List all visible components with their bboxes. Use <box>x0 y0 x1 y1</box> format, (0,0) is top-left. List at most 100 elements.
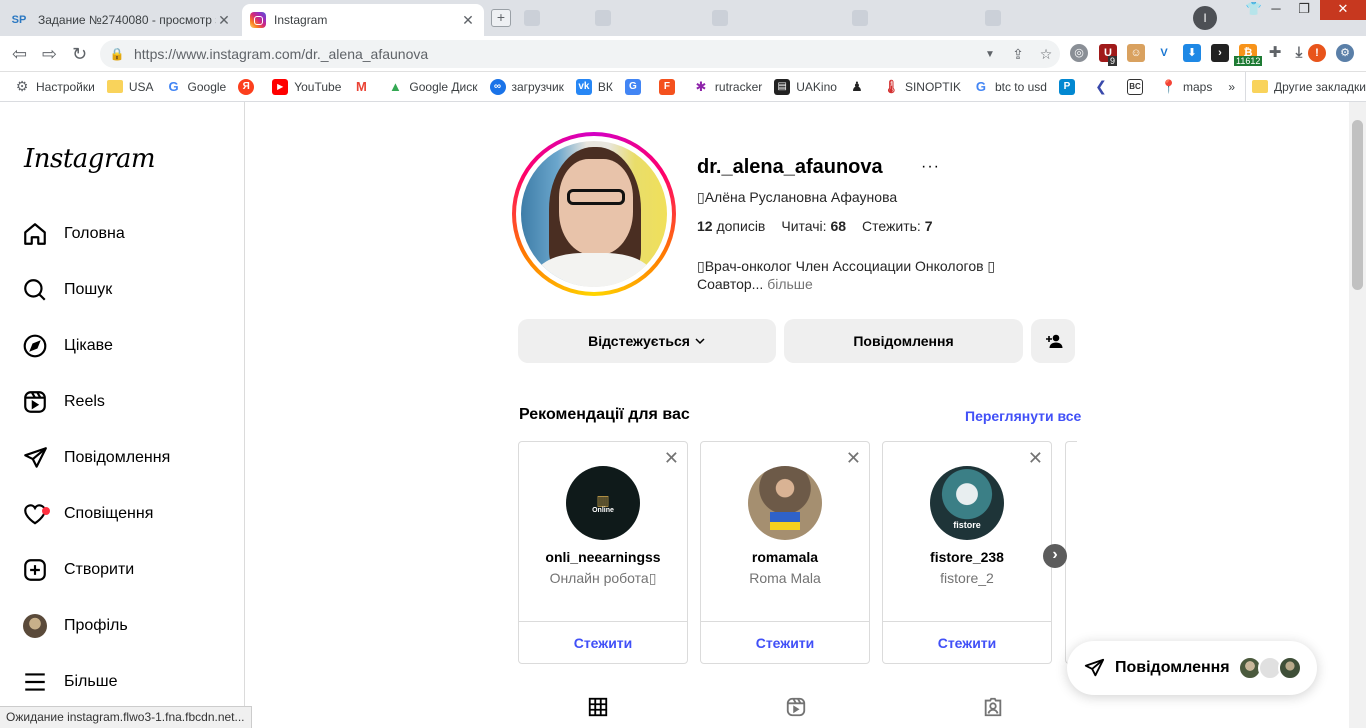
background-tab-icon[interactable] <box>712 10 728 26</box>
sidebar-item-search[interactable]: Пошук <box>22 270 112 310</box>
tagged-tab[interactable] <box>982 696 1008 722</box>
bookmark-item[interactable]: ▤ UAKino <box>768 72 843 102</box>
reels-tab[interactable] <box>785 696 811 722</box>
suggest-people-button[interactable] <box>1031 319 1075 363</box>
posts-grid-tab[interactable] <box>587 696 613 722</box>
bookmark-item[interactable]: 🌡 SINOPTIK <box>877 72 967 102</box>
forward-icon[interactable]: ⇨ <box>42 44 57 65</box>
floating-messages-button[interactable]: Повідомлення <box>1067 641 1317 695</box>
globe-extension-icon[interactable]: ◎ <box>1070 44 1088 62</box>
bookmark-star-icon[interactable]: ☆ <box>1032 46 1060 63</box>
sidebar-item-messages[interactable]: Повідомлення <box>22 438 170 478</box>
follow-button[interactable]: Стежити <box>883 621 1051 663</box>
reload-icon[interactable]: ↻ <box>72 44 87 65</box>
puzzle-extensions-icon[interactable]: ✚ <box>1266 44 1284 62</box>
bookmark-item[interactable]: vk ВК <box>570 72 619 102</box>
sp-favicon-icon: SP <box>11 14 27 26</box>
sidebar-item-notifications[interactable]: Сповіщення <box>22 494 153 534</box>
url-text[interactable]: https://www.instagram.com/dr._alena_afau… <box>134 46 976 62</box>
cookie-extension-icon[interactable]: ☺ <box>1127 44 1145 62</box>
suggestion-username[interactable]: onli_neearningss <box>519 549 687 565</box>
suggestion-avatar[interactable] <box>748 466 822 540</box>
chevron-right-icon[interactable]: › <box>1043 544 1067 568</box>
bookmark-item[interactable]: ♟ <box>843 72 877 102</box>
message-button[interactable]: Повідомлення <box>784 319 1023 363</box>
tab-close-icon[interactable]: ✕ <box>460 12 476 29</box>
vk-icon: vk <box>575 78 592 95</box>
scrollbar-thumb[interactable] <box>1352 120 1363 290</box>
suggestion-username[interactable]: romamala <box>701 549 869 565</box>
sidebar-item-explore[interactable]: Цікаве <box>22 326 113 366</box>
instagram-logo[interactable]: Instagram <box>24 144 156 174</box>
browser-tab-1[interactable]: SP Задание №2740080 - просмотр з ✕ <box>0 4 240 36</box>
sidebar-item-profile[interactable]: Профіль <box>22 606 128 646</box>
bookmark-item[interactable]: ⚙ Настройки <box>8 72 101 102</box>
background-tab-icon[interactable] <box>852 10 868 26</box>
new-tab-button[interactable]: + <box>491 9 511 27</box>
see-all-link[interactable]: Переглянути все <box>965 408 1081 424</box>
following-button[interactable]: Відстежується <box>518 319 776 363</box>
bookmark-item[interactable]: ▲ Google Диск <box>381 72 483 102</box>
page-scrollbar[interactable] <box>1349 102 1366 728</box>
bookmark-item[interactable]: ❮ <box>1087 72 1121 102</box>
terminal-extension-icon[interactable]: › <box>1211 44 1229 62</box>
sidebar-item-more[interactable]: Більше <box>22 662 117 702</box>
followers-count[interactable]: Читачі: 68 <box>781 218 846 234</box>
bookmark-item[interactable]: USA <box>101 72 160 102</box>
sidebar-item-home[interactable]: Головна <box>22 214 125 254</box>
suggestion-username[interactable]: fistore_238 <box>883 549 1051 565</box>
sidebar-item-reels[interactable]: Reels <box>22 382 105 422</box>
bookmark-item[interactable]: G Google <box>160 72 233 102</box>
online-logo-text: Online <box>592 506 614 514</box>
add-person-icon <box>1046 334 1063 348</box>
bio-more-link[interactable]: більше <box>767 276 813 292</box>
bookmark-item[interactable]: 📍 maps <box>1155 72 1218 102</box>
maximize-button[interactable]: ❐ <box>1290 0 1318 20</box>
dismiss-icon[interactable]: ✕ <box>1028 448 1043 469</box>
bookmark-item[interactable]: F <box>653 72 687 102</box>
suggestion-avatar[interactable]: fistore <box>930 466 1004 540</box>
dismiss-icon[interactable]: ✕ <box>664 448 679 469</box>
profile-username: dr._alena_afaunova <box>697 156 883 178</box>
bookmarks-overflow-button[interactable]: » <box>1222 72 1241 102</box>
bookmark-item[interactable]: Я <box>232 72 266 102</box>
dropdown-icon[interactable]: ▼ <box>976 49 1004 60</box>
background-tab-icon[interactable] <box>524 10 540 26</box>
follow-button[interactable]: Стежити <box>519 621 687 663</box>
bookmark-item[interactable]: BC <box>1121 72 1155 102</box>
sidebar-item-create[interactable]: Створити <box>22 550 134 590</box>
gear-icon: ⚙ <box>15 78 29 94</box>
back-icon[interactable]: ⇦ <box>12 44 27 65</box>
background-tab-icon[interactable] <box>595 10 611 26</box>
bookmark-item[interactable]: P <box>1053 72 1087 102</box>
download-extension-icon[interactable]: ⬇ <box>1183 44 1201 62</box>
background-tab-icon[interactable] <box>985 10 1001 26</box>
minimize-button[interactable]: ─ <box>1262 0 1290 20</box>
suggestion-avatar[interactable]: ▥ Online <box>566 466 640 540</box>
profile-picture[interactable] <box>512 132 676 296</box>
profile-update-icon[interactable]: ! <box>1308 44 1326 62</box>
window-close-button[interactable]: ✕ <box>1320 0 1366 20</box>
v-extension-icon[interactable]: V <box>1155 44 1173 62</box>
share-icon[interactable]: ⇪ <box>1004 46 1032 63</box>
bookmark-item[interactable]: ▶ YouTube <box>266 72 347 102</box>
tab-close-icon[interactable]: ✕ <box>216 12 232 29</box>
address-bar[interactable]: 🔒 https://www.instagram.com/dr._alena_af… <box>100 40 1060 68</box>
bookmark-item[interactable]: Gbtc to usd <box>967 72 1053 102</box>
bookmark-item[interactable]: ✱ rutracker <box>687 72 768 102</box>
other-bookmarks[interactable]: Другие закладки <box>1245 71 1366 102</box>
more-options-icon[interactable]: ··· <box>921 158 940 176</box>
downloads-icon[interactable]: ⤓ <box>1290 44 1308 62</box>
following-count[interactable]: Стежить: 7 <box>862 218 932 234</box>
browser-tab-2[interactable]: Instagram ✕ <box>242 4 484 36</box>
dismiss-icon[interactable]: ✕ <box>846 448 861 469</box>
chrome-profile-avatar[interactable]: I <box>1193 6 1217 30</box>
instagram-sidebar: Instagram Головна Пошук Цікаве Reels Пов… <box>0 102 245 728</box>
lock-icon[interactable]: 🔒 <box>100 47 134 61</box>
yandex-icon: Я <box>238 78 255 95</box>
follow-button[interactable]: Стежити <box>701 621 869 663</box>
bookmark-item[interactable]: ∞ загрузчик <box>484 72 570 102</box>
settings-extension-icon[interactable]: ⚙ <box>1336 44 1354 62</box>
bookmark-item[interactable]: G <box>619 72 653 102</box>
bookmark-item[interactable]: M <box>347 72 381 102</box>
